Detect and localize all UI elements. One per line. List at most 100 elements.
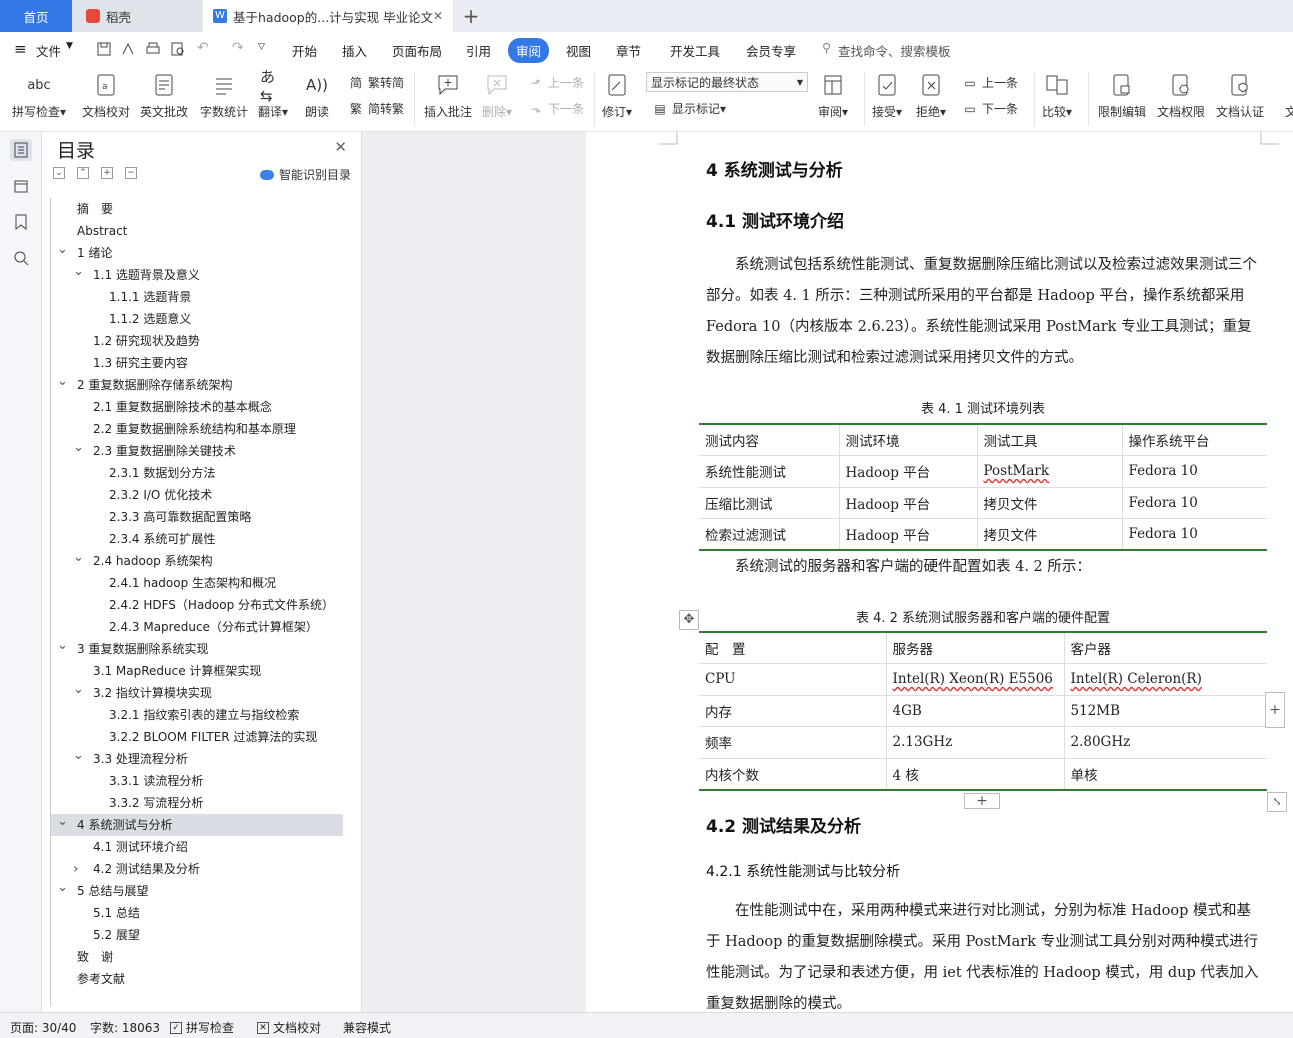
add-row-button[interactable]: + (964, 793, 1000, 809)
menu-review[interactable]: 审阅 (508, 38, 550, 63)
toc-item[interactable]: 致 谢 (51, 946, 343, 968)
spellcheck-button[interactable]: abc 拼写检查▾ (12, 70, 66, 120)
print-icon[interactable] (145, 41, 161, 57)
table-cell[interactable]: Intel(R) Xeon(R) E5506 (886, 663, 1065, 696)
toc-item[interactable]: ⌄ 4 系统测试与分析 (51, 814, 343, 836)
add-column-button[interactable]: + (1265, 692, 1285, 728)
print-preview-icon[interactable] (170, 41, 186, 57)
toc-item[interactable]: ⌄ 5 总结与展望 (51, 880, 343, 902)
reject-button[interactable]: 拒绝▾ (916, 70, 946, 120)
chevron-down-icon[interactable]: ⌄ (57, 635, 68, 657)
expand-all-icon[interactable]: + (101, 167, 113, 179)
menu-dev-tools[interactable]: 开发工具 (670, 41, 720, 60)
toc-item[interactable]: 1.1.2 选题意义 (51, 308, 343, 330)
table-cell[interactable]: Fedora 10 (1122, 455, 1267, 488)
tab-daoke[interactable]: 稻壳 (72, 0, 202, 32)
table-cell[interactable]: Intel(R) Celeron(R) (1064, 663, 1267, 696)
menu-view[interactable]: 视图 (566, 41, 591, 60)
accept-button[interactable]: 接受▾ (872, 70, 902, 120)
toc-item[interactable]: ⌄ 2.4 hadoop 系统架构 (51, 550, 343, 572)
save-icon[interactable] (96, 41, 112, 57)
table-cell[interactable]: CPU (699, 663, 887, 696)
menu-start[interactable]: 开始 (292, 41, 317, 60)
toc-item[interactable]: ⌄ 1.1 选题背景及意义 (51, 264, 343, 286)
trad-to-simp-button[interactable]: 简繁转简 (348, 74, 404, 91)
table-cell[interactable]: 系统性能测试 (699, 455, 840, 488)
toc-item[interactable]: 2.3.1 数据划分方法 (51, 462, 343, 484)
collapse-all-icon[interactable]: − (125, 167, 137, 179)
doc-cert-button[interactable]: 文档认证 (1216, 70, 1264, 120)
new-tab-button[interactable]: + (458, 0, 484, 32)
toc-item[interactable]: ⌄ 3.2 指纹计算模块实现 (51, 682, 343, 704)
prev-change-button[interactable]: ▭ 上一条 (962, 74, 1018, 91)
document-page[interactable]: 4 系统测试与分析 4.1 测试环境介绍 系统测试包括系统性能测试、重复数据删除… (587, 132, 1293, 1012)
smart-toc-button[interactable]: 智能识别目录 (260, 166, 351, 183)
toc-item[interactable]: 摘 要 (51, 198, 343, 220)
toc-item[interactable]: 3.3.2 写流程分析 (51, 792, 343, 814)
command-search[interactable]: 查找命令、搜索模板 (838, 41, 951, 60)
word-count-indicator[interactable]: 字数: 18063 (90, 1019, 160, 1036)
simp-to-trad-button[interactable]: 繁简转繁 (348, 100, 404, 117)
table-cell[interactable]: Hadoop 平台 (839, 518, 978, 551)
menu-chapter[interactable]: 章节 (616, 41, 641, 60)
collapse-up-icon[interactable]: ⌃ (77, 167, 89, 179)
track-changes-button[interactable]: 修订▾ (602, 70, 632, 120)
toc-item[interactable]: 2.3.4 系统可扩展性 (51, 528, 343, 550)
page-indicator[interactable]: 页面: 30/40 (10, 1019, 76, 1036)
menu-file[interactable]: 文件 (36, 41, 61, 60)
toc-item[interactable]: 2.4.2 HDFS（Hadoop 分布式文件系统） (51, 594, 343, 616)
table-cell[interactable]: Hadoop 平台 (839, 487, 978, 519)
table-cell[interactable]: 测试工具 (977, 423, 1123, 456)
tab-document[interactable]: W 基于hadoop的...计与实现 毕业论文 ✕ (203, 0, 453, 32)
table-cell[interactable]: PostMark (977, 455, 1123, 488)
doc-proof-status[interactable]: ✕ 文档校对 (257, 1019, 321, 1036)
toc-item[interactable]: 1.1.1 选题背景 (51, 286, 343, 308)
toc-item[interactable]: 3.2.2 BLOOM FILTER 过滤算法的实现 (51, 726, 343, 748)
table-move-handle-icon[interactable]: ✥ (679, 610, 699, 630)
chevron-right-icon[interactable]: › (73, 858, 79, 880)
redo-icon[interactable]: ↷ (232, 40, 244, 56)
table-cell[interactable]: 服务器 (886, 631, 1065, 664)
restrict-edit-button[interactable]: 限制编辑 (1098, 70, 1146, 120)
table-cell[interactable]: 压缩比测试 (699, 487, 840, 519)
delete-comment-button[interactable]: 删除▾ (482, 70, 512, 120)
table-cell[interactable]: Fedora 10 (1122, 487, 1267, 519)
spellcheck-status[interactable]: ✓ 拼写检查 (170, 1019, 234, 1036)
toc-item[interactable]: ⌄ 3.3 处理流程分析 (51, 748, 343, 770)
toc-item[interactable]: Abstract (51, 220, 343, 242)
chevron-down-icon[interactable]: ⌄ (73, 437, 84, 459)
chevron-down-icon[interactable]: ⌄ (73, 679, 84, 701)
toc-item[interactable]: 3.1 MapReduce 计算框架实现 (51, 660, 343, 682)
toc-item[interactable]: 2.3.3 高可靠数据配置策略 (51, 506, 343, 528)
table-cell[interactable]: 512MB (1064, 695, 1267, 727)
undo-icon[interactable]: ↶ (197, 40, 209, 56)
hamburger-icon[interactable]: ≡ (14, 40, 27, 58)
chevron-down-icon[interactable]: ⌄ (73, 261, 84, 283)
chapter-nav-icon[interactable] (10, 175, 32, 197)
toc-item[interactable]: 2.1 重复数据删除技术的基本概念 (51, 396, 343, 418)
compare-button[interactable]: 比较▾ (1042, 70, 1072, 120)
table-cell[interactable]: 频率 (699, 726, 887, 759)
close-icon[interactable]: ✕ (334, 138, 347, 156)
toc-item[interactable]: ⌄ 3 重复数据删除系统实现 (51, 638, 343, 660)
table-cell[interactable]: 配 置 (699, 631, 887, 664)
word-count-button[interactable]: 字数统计 (200, 70, 248, 120)
toc-item[interactable]: ⌄ 2 重复数据删除存储系统架构 (51, 374, 343, 396)
menu-insert[interactable]: 插入 (342, 41, 367, 60)
search-panel-icon[interactable] (10, 247, 32, 269)
customize-chevron-icon[interactable]: ▽ (258, 42, 265, 52)
toc-item[interactable]: ⌄ 2.3 重复数据删除关键技术 (51, 440, 343, 462)
prev-comment-button[interactable]: ⬏ 上一条 (528, 74, 584, 91)
table-cell[interactable]: Fedora 10 (1122, 518, 1267, 551)
next-comment-button[interactable]: ⬎ 下一条 (528, 100, 584, 117)
table-cell[interactable]: 内存 (699, 695, 887, 727)
next-change-button[interactable]: ▭ 下一条 (962, 100, 1018, 117)
toc-item[interactable]: 1.3 研究主要内容 (51, 352, 343, 374)
toc-item[interactable]: 参考文献 (51, 968, 343, 990)
chevron-down-icon[interactable]: ⌄ (57, 877, 68, 899)
menu-references[interactable]: 引用 (466, 41, 491, 60)
toc-item[interactable]: 2.4.3 Mapreduce（分布式计算框架） (51, 616, 343, 638)
table-cell[interactable]: 内核个数 (699, 758, 887, 791)
bookmark-icon[interactable] (10, 211, 32, 233)
insert-comment-button[interactable]: 插入批注 (424, 70, 472, 120)
